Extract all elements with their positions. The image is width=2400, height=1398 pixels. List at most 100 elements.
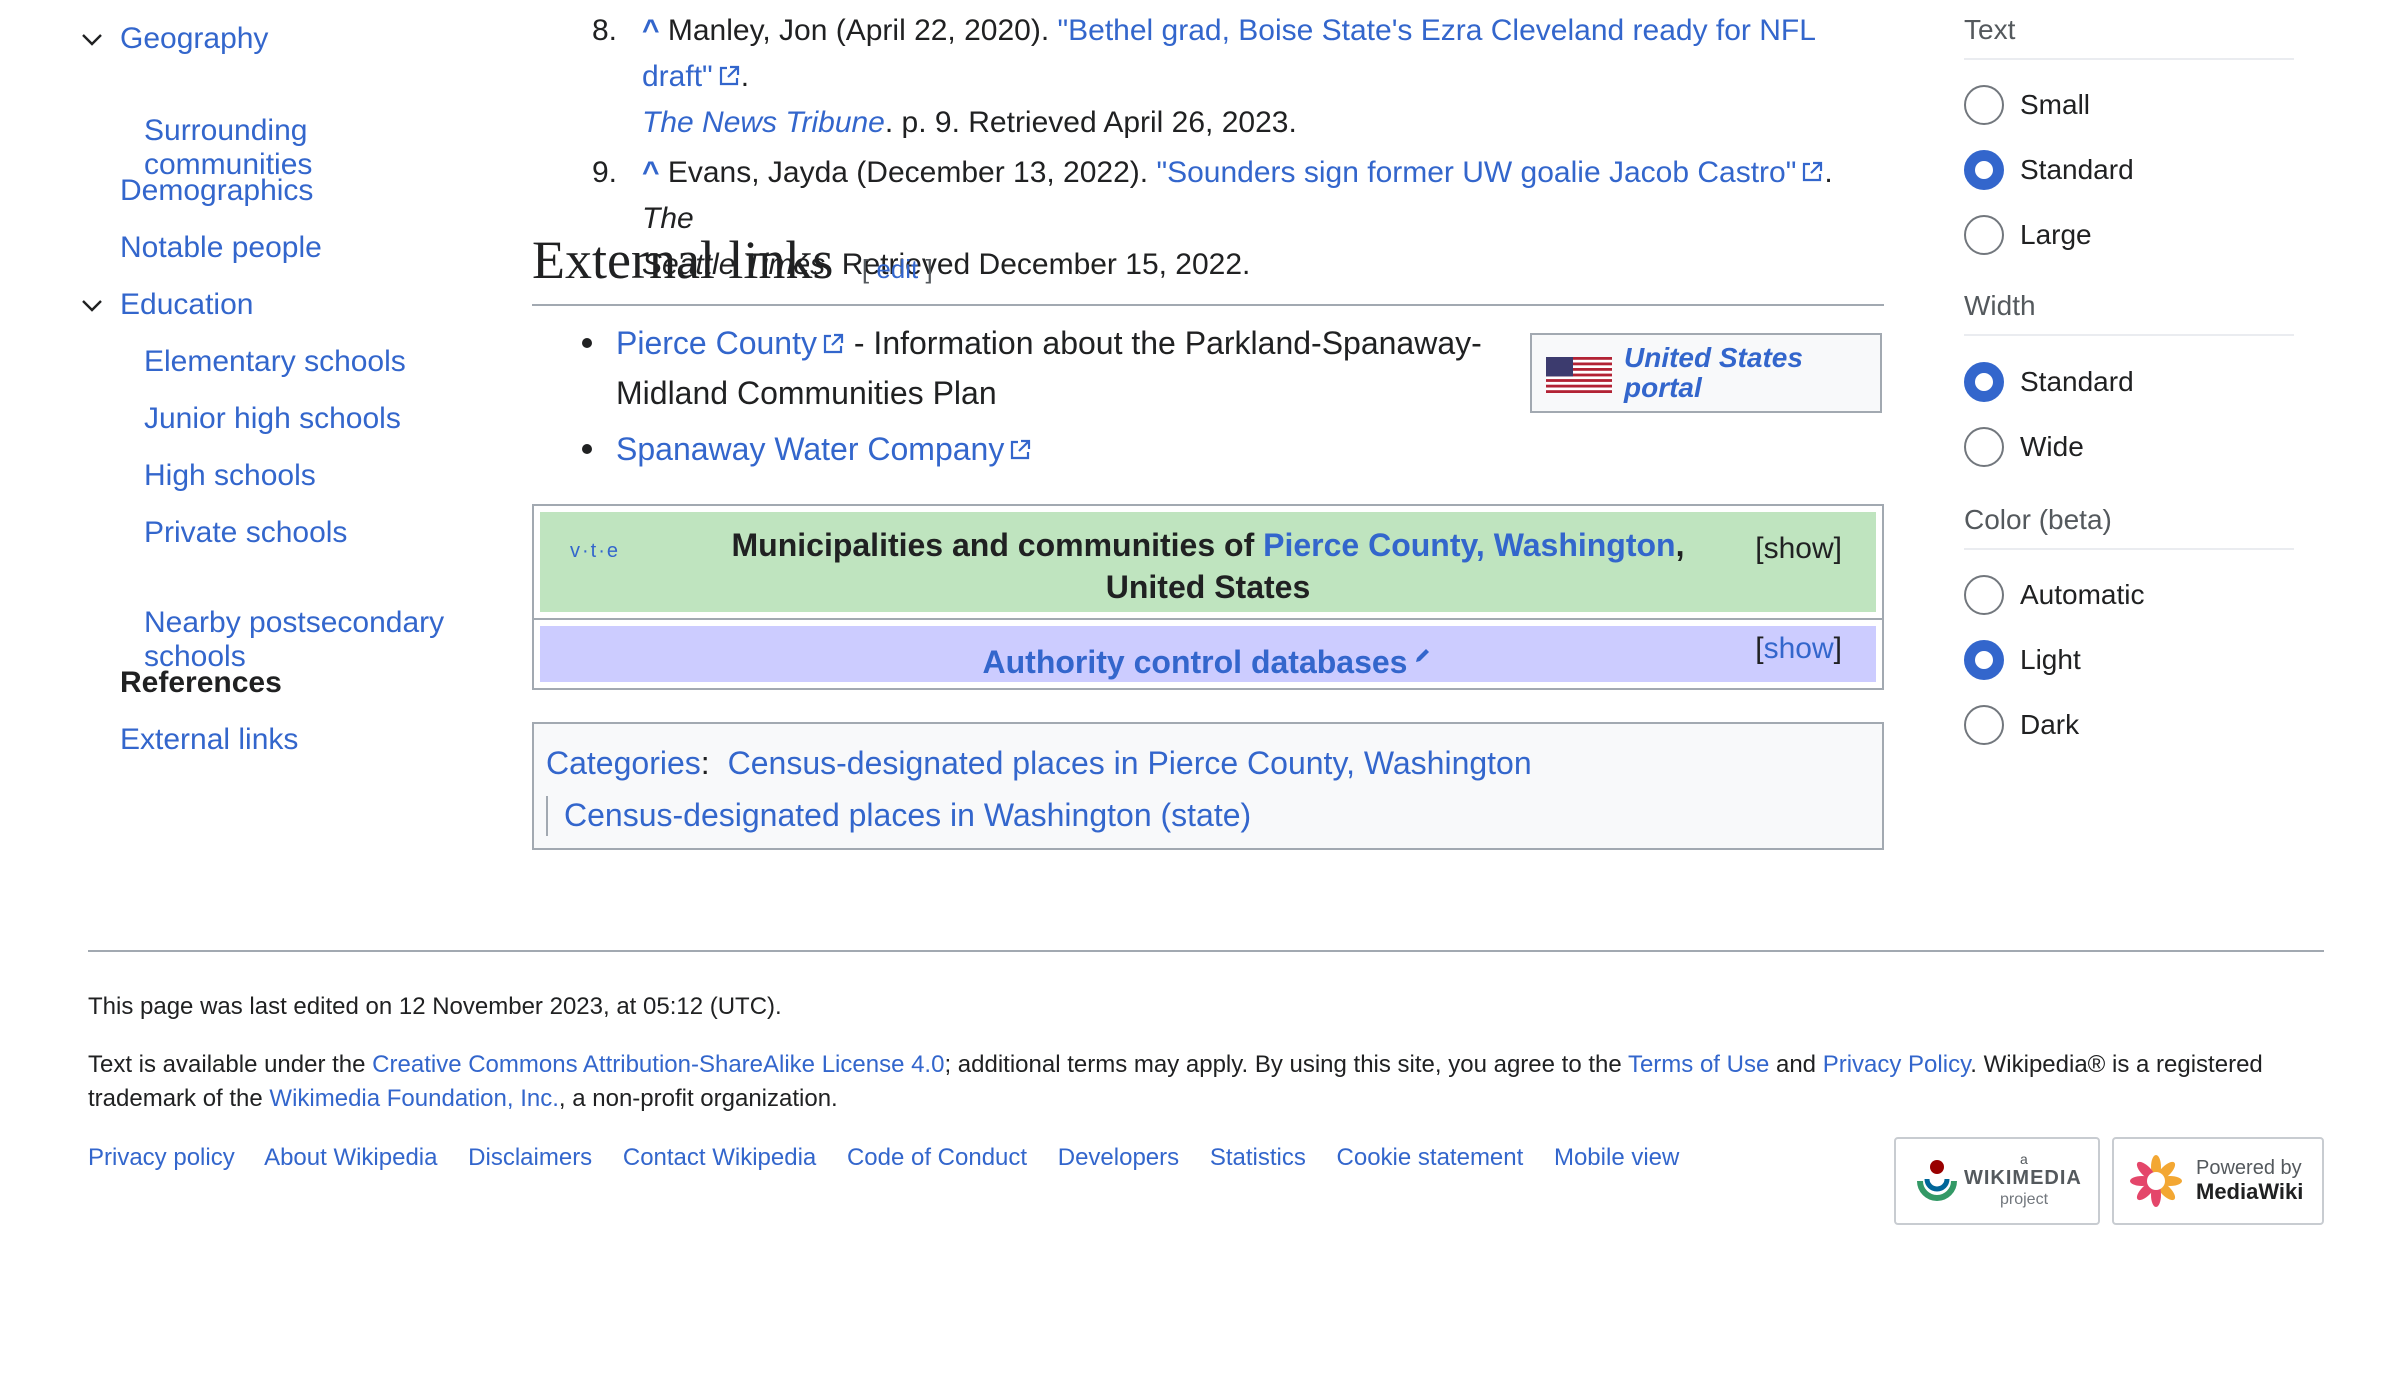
toc-label[interactable]: Junior high schools (144, 402, 401, 435)
toc-label[interactable]: Nearby postsecondary schools (144, 606, 444, 673)
toc-label[interactable]: Elementary schools (144, 345, 406, 378)
wikimedia-project-badge[interactable]: a WIKIMEDIA project (1894, 1137, 2100, 1225)
radio-label[interactable]: Automatic (2020, 579, 2145, 611)
category-separator (546, 796, 548, 836)
authority-control-bar: Authority control databases [show] (540, 626, 1876, 682)
reference-link[interactable]: "Sounders sign former UW goalie Jacob Ca… (1156, 156, 1796, 189)
badge-name: WIKIMEDIA (1964, 1167, 2082, 1189)
pencil-icon[interactable] (1413, 632, 1433, 662)
footer-link-contact[interactable]: Contact Wikipedia (623, 1144, 816, 1171)
external-links-list: Pierce County - Information about the Pa… (582, 318, 1482, 474)
toc-label[interactable]: Geography (120, 22, 268, 55)
footer-link-code-of-conduct[interactable]: Code of Conduct (847, 1144, 1027, 1171)
toc-label[interactable]: Education (120, 288, 253, 321)
show-link[interactable]: show (1764, 632, 1834, 665)
section-title: External links (532, 230, 834, 290)
footer-link-cookie-statement[interactable]: Cookie statement (1337, 1144, 1524, 1171)
radio-label[interactable]: Standard (2020, 366, 2134, 398)
toc-item-external-links[interactable]: External links (80, 723, 298, 757)
radio-label[interactable]: Standard (2020, 154, 2134, 186)
footer-link-statistics[interactable]: Statistics (1210, 1144, 1306, 1171)
mediawiki-logo-icon (2128, 1153, 2184, 1209)
toc-item-junior-high-schools[interactable]: Junior high schools (80, 402, 401, 436)
radio-button[interactable] (1964, 705, 2004, 745)
radio-button[interactable] (1964, 362, 2004, 402)
category-link[interactable]: Census-designated places in Washington (… (564, 797, 1251, 833)
reference-item: 8. ^ Manley, Jon (April 22, 2020). "Beth… (592, 8, 1892, 146)
radio-button[interactable] (1964, 640, 2004, 680)
navbox-show-toggle[interactable]: [show] (1755, 532, 1842, 566)
toc-label[interactable]: Private schools (144, 516, 347, 549)
toc-label[interactable]: Notable people (120, 231, 322, 264)
navbox-title-pre: Municipalities and communities of (731, 527, 1264, 563)
toc-label[interactable]: Surrounding communities (144, 114, 312, 181)
list-bullet (582, 338, 592, 348)
edit-bracket-open: [ (861, 254, 877, 284)
backlink-caret[interactable]: ^ (642, 156, 660, 189)
license-text-2: ; additional terms may apply. By using t… (944, 1051, 1628, 1078)
section-edit: [ edit ] (862, 254, 933, 284)
privacy-policy-link[interactable]: Privacy Policy (1823, 1051, 1971, 1078)
us-flag-icon (1546, 357, 1612, 393)
terms-of-use-link[interactable]: Terms of Use (1628, 1051, 1769, 1078)
toc-label[interactable]: High schools (144, 459, 316, 492)
toc-label[interactable]: External links (120, 723, 298, 756)
navbox-title-line2: United States (1105, 569, 1311, 605)
category-row: Categories: Census-designated places in P… (546, 738, 1532, 788)
category-link[interactable]: Census-designated places in Pierce Count… (728, 745, 1532, 781)
toc-item-notable-people[interactable]: Notable people (80, 231, 322, 265)
authority-control-title: Authority control databases (540, 632, 1876, 684)
radio-button[interactable] (1964, 575, 2004, 615)
toc-item-elementary-schools[interactable]: Elementary schools (80, 345, 406, 379)
radio-button[interactable] (1964, 215, 2004, 255)
radio-button[interactable] (1964, 427, 2004, 467)
radio-label[interactable]: Large (2020, 219, 2092, 251)
navbox-title-link[interactable]: Pierce County, Washington (1263, 527, 1675, 563)
toc-item-demographics[interactable]: Demographics (80, 174, 313, 208)
backlink-caret[interactable]: ^ (642, 14, 660, 47)
radio-button[interactable] (1964, 85, 2004, 125)
cc-license-link[interactable]: Creative Commons Attribution-ShareAlike … (372, 1051, 944, 1078)
toc-label[interactable]: References (120, 666, 282, 699)
spanaway-water-link[interactable]: Spanaway Water Company (616, 431, 1004, 467)
edit-link[interactable]: edit (876, 254, 918, 284)
radio-label[interactable]: Light (2020, 644, 2081, 676)
chevron-down-icon[interactable] (80, 28, 104, 52)
toc-item-private-schools[interactable]: Private schools (80, 516, 347, 550)
footer-link-mobile-view[interactable]: Mobile view (1554, 1144, 1679, 1171)
wikimedia-logo-icon (1912, 1155, 1962, 1205)
footer-link-disclaimers[interactable]: Disclaimers (468, 1144, 592, 1171)
list-bullet (582, 444, 592, 454)
external-link-icon (821, 332, 845, 356)
license-and: and (1769, 1051, 1823, 1078)
powered-by-mediawiki-badge[interactable]: Powered by MediaWiki (2112, 1137, 2324, 1225)
toc-item-geography[interactable]: Geography (80, 22, 268, 56)
footer-link-privacy-policy[interactable]: Privacy policy (88, 1144, 235, 1171)
radio-label[interactable]: Wide (2020, 431, 2084, 463)
footer-link-developers[interactable]: Developers (1058, 1144, 1179, 1171)
pierce-county-link[interactable]: Pierce County (616, 325, 817, 361)
categories-label[interactable]: Categories (546, 745, 701, 781)
portal-link[interactable]: United States portal (1624, 343, 1864, 403)
toc-item-high-schools[interactable]: High schools (80, 459, 316, 493)
authority-control-link[interactable]: Authority control databases (983, 644, 1408, 680)
toc-item-references[interactable]: References (80, 666, 282, 700)
toc-item-nearby-postsecondary-schools[interactable]: Nearby postsecondary schools (80, 572, 444, 674)
wikimedia-foundation-link[interactable]: Wikimedia Foundation, Inc. (269, 1085, 558, 1112)
footer-link-about[interactable]: About Wikipedia (264, 1144, 437, 1171)
radio-label[interactable]: Small (2020, 89, 2090, 121)
authority-show-toggle[interactable]: [show] (1755, 632, 1842, 666)
license-text: Text is available under the Creative Com… (88, 1048, 2324, 1116)
category-links: Categories: Census-designated places in P… (532, 722, 1884, 850)
toc-label[interactable]: Demographics (120, 174, 313, 207)
chevron-down-icon[interactable] (80, 294, 104, 318)
external-link-icon (1800, 160, 1824, 184)
badge-line2: MediaWiki (2196, 1179, 2304, 1204)
toc-item-education[interactable]: Education (80, 288, 253, 322)
radio-button[interactable] (1964, 150, 2004, 190)
radio-label[interactable]: Dark (2020, 709, 2079, 741)
portal-box[interactable]: United States portal (1530, 333, 1882, 413)
text-size-heading: Text (1964, 14, 2016, 45)
toc-item-surrounding-communities[interactable]: Surrounding communities (80, 80, 312, 182)
reference-author: Manley, Jon (April 22, 2020). (659, 14, 1058, 47)
